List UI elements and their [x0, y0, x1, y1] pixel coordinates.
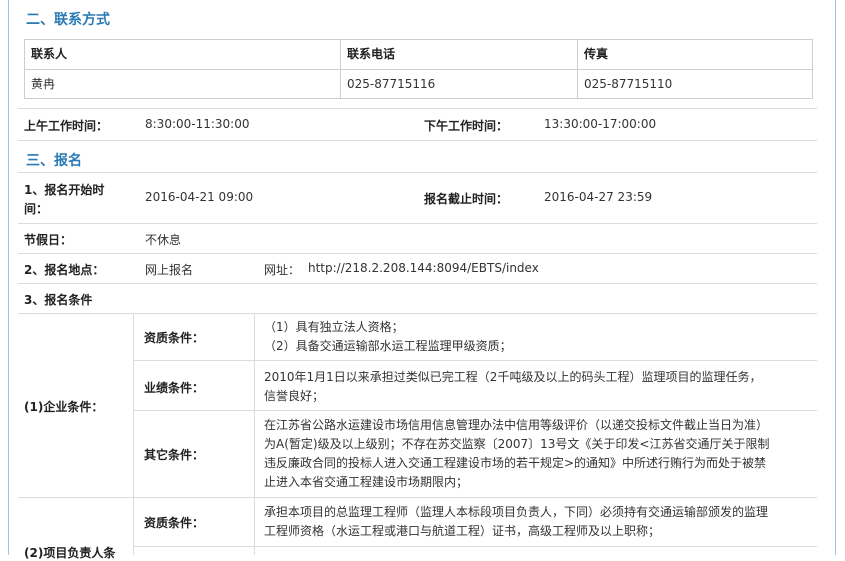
company-other-line-3: 违反廉政合同的投标人进入交通工程建设市场的若干规定>的通知》中所述行贿行为而处于…: [264, 456, 767, 470]
company-qualification-text: （1）具有独立法人资格； （2）具备交通运输部水运工程监理甲级资质；: [264, 318, 512, 356]
divider: [18, 140, 817, 141]
company-qualification-label: 资质条件：: [144, 331, 205, 345]
company-performance-label: 业绩条件：: [144, 381, 205, 395]
registration-start-label-line2: 间：: [24, 202, 49, 216]
company-other-label: 其它条件：: [144, 448, 205, 462]
company-conditions-label: (1)企业条件：: [24, 400, 104, 414]
grid-line: [133, 360, 817, 361]
manager-qualification-text: 承担本项目的总监理工程师（监理人本标段项目负责人，下同）必须持有交通运输部颁发的…: [264, 503, 768, 541]
contact-header-fax: 传真: [584, 47, 609, 61]
divider: [18, 108, 817, 109]
registration-url-label: 网址：: [264, 263, 301, 277]
company-other-line-4: 止进入本省交通工程建设市场期限内；: [264, 475, 469, 489]
contact-section-title: 二、联系方式: [26, 12, 110, 28]
contact-name: 黄冉: [25, 70, 341, 99]
divider: [18, 223, 817, 224]
company-performance-line-1: 2010年1月1日以来承担过类似已完工程（2千吨级及以上的码头工程）监理项目的监…: [264, 370, 762, 384]
company-other-text: 在江苏省公路水运建设市场信用信息管理办法中信用等级评价（以递交投标文件截止当日为…: [264, 416, 769, 492]
registration-start-value: 2016-04-21 09:00: [145, 190, 254, 204]
manager-qualification-label: 资质条件：: [144, 516, 205, 530]
pm-hours-label: 下午工作时间：: [424, 119, 509, 133]
contact-fax: 025-87715110: [584, 77, 673, 91]
registration-conditions-label: 3、报名条件: [24, 293, 93, 307]
registration-place-value: 网上报名: [145, 263, 194, 277]
contact-phone: 025-87715116: [341, 70, 578, 99]
registration-section-title: 三、报名: [26, 153, 82, 169]
manager-conditions-label: (2)项目负责人条: [24, 546, 116, 560]
registration-end-value: 2016-04-27 23:59: [544, 190, 653, 204]
holiday-label: 节假日：: [24, 233, 73, 247]
grid-line: [254, 313, 255, 555]
company-qualification-line-2: （2）具备交通运输部水运工程监理甲级资质；: [264, 339, 512, 353]
company-other-line-1: 在江苏省公路水运建设市场信用信息管理办法中信用等级评价（以递交投标文件截止当日为…: [264, 418, 769, 432]
page: { "contact": { "title": "二、联系方式", "heade…: [0, 0, 845, 560]
divider: [18, 253, 817, 254]
grid-line: [133, 546, 817, 547]
company-other-line-2: 为A(暂定)级及以上级别；不存在苏交监察〔2007〕13号文《关于印发<江苏省交…: [264, 437, 770, 451]
company-performance-line-2: 信誉良好；: [264, 389, 325, 403]
company-qualification-line-1: （1）具有独立法人资格；: [264, 320, 404, 334]
registration-start-label-line1: 1、报名开始时: [24, 183, 105, 197]
am-hours-value: 8:30:00-11:30:00: [145, 117, 250, 131]
grid-line: [133, 313, 134, 555]
divider: [18, 283, 817, 284]
registration-end-label: 报名截止时间：: [424, 192, 509, 206]
am-hours-label: 上午工作时间：: [24, 119, 109, 133]
company-performance-text: 2010年1月1日以来承担过类似已完工程（2千吨级及以上的码头工程）监理项目的监…: [264, 368, 761, 406]
contact-header-phone: 联系电话: [341, 40, 578, 69]
divider: [18, 497, 817, 498]
manager-qualification-line-1: 承担本项目的总监理工程师（监理人本标段项目负责人，下同）必须持有交通运输部颁发的…: [264, 505, 769, 519]
pm-hours-value: 13:30:00-17:00:00: [544, 117, 657, 131]
contact-table-header: 联系人 联系电话 传真: [25, 40, 812, 70]
divider: [18, 172, 817, 173]
holiday-value: 不休息: [145, 233, 182, 247]
right-frame-border: [835, 0, 836, 555]
registration-place-label: 2、报名地点：: [24, 263, 105, 277]
contact-table: 联系人 联系电话 传真 黄冉 025-87715116 025-87715110: [24, 39, 813, 99]
divider: [18, 313, 817, 314]
grid-line: [133, 410, 817, 411]
table-row: 黄冉 025-87715116 025-87715110: [25, 70, 812, 99]
registration-url-link[interactable]: http://218.2.208.144:8094/EBTS/index: [308, 261, 539, 275]
contact-header-name: 联系人: [25, 40, 341, 69]
left-frame-border: [8, 0, 9, 555]
manager-qualification-line-2: 工程师资格（水运工程或港口与航道工程）证书，高级工程师及以上职称；: [264, 524, 661, 538]
